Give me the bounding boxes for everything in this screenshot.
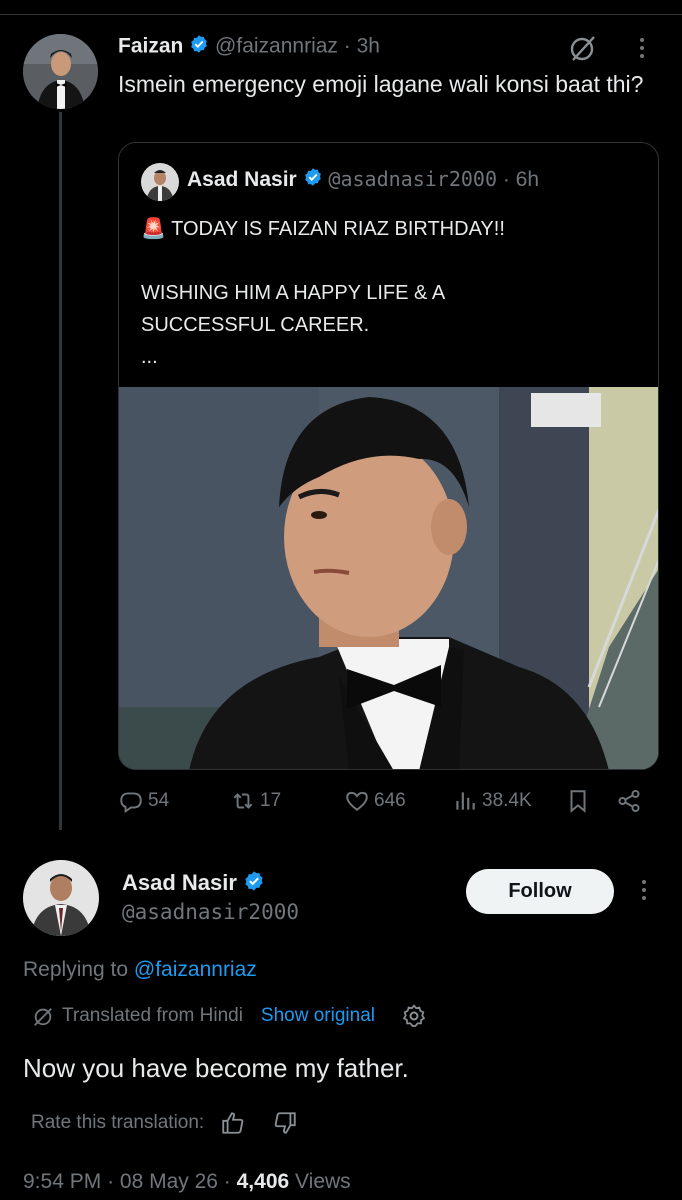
repost-icon — [233, 793, 253, 809]
tweet-meta: 9:54 PM · 08 May 26 · 4,406 Views — [23, 1170, 351, 1193]
thumbs-up-icon[interactable] — [220, 1110, 246, 1136]
verified-badge-icon — [189, 34, 209, 60]
share-icon — [618, 789, 640, 813]
quoted-tweet-card[interactable]: Asad Nasir @asadnasir2000 · 6h 🚨 TODAY I… — [118, 142, 659, 770]
quoted-line-1: 🚨 TODAY IS FAIZAN RIAZ BIRTHDAY!! — [141, 215, 641, 243]
quoted-tweet-time: · 6h — [502, 168, 540, 191]
verified-badge-icon — [243, 870, 265, 898]
tweet-time[interactable]: 9:54 PM — [23, 1170, 101, 1193]
views-button[interactable]: 38.4K — [452, 788, 532, 814]
tweet-date[interactable]: 08 May 26 — [120, 1170, 218, 1193]
repost-button[interactable]: 17 — [230, 788, 281, 814]
parent-author-name[interactable]: Faizan — [118, 35, 183, 58]
reply-count: 54 — [148, 790, 170, 811]
tweet-views-count: 4,406 — [236, 1170, 290, 1193]
translation-bar: Translated from Hindi Show original — [32, 1003, 427, 1029]
translated-from-label: Translated from Hindi — [62, 1005, 243, 1026]
replying-prefix: Replying to — [23, 958, 129, 981]
police-light-emoji: 🚨 — [141, 218, 166, 240]
tweet-action-bar: 54 17 646 38.4K — [118, 788, 659, 820]
asad-avatar[interactable] — [23, 860, 99, 936]
verified-badge-icon — [303, 167, 323, 193]
quoted-line-2: WISHING HIM A HAPPY LIFE & A — [141, 282, 446, 304]
views-icon — [456, 792, 475, 810]
like-button[interactable]: 646 — [344, 788, 406, 814]
reply-author-name[interactable]: Asad Nasir — [122, 870, 237, 895]
replying-handle-link[interactable]: @faizannriaz — [134, 958, 257, 981]
tweet-views-label: Views — [295, 1170, 351, 1193]
top-divider — [0, 14, 682, 15]
reply-tweet-text: Now you have become my father. — [23, 1053, 409, 1083]
reply-more-icon[interactable] — [642, 880, 646, 900]
rate-translation-label: Rate this translation: — [31, 1112, 205, 1133]
parent-tweet-header: Faizan @faizannriaz · 3h — [118, 34, 380, 60]
quoted-line-1-text: TODAY IS FAIZAN RIAZ BIRTHDAY!! — [171, 218, 505, 240]
reply-button[interactable]: 54 — [118, 788, 169, 814]
quoted-author-handle: @asadnasir2000 — [328, 167, 497, 191]
parent-more-icon[interactable] — [640, 38, 644, 58]
reply-author-row: Asad Nasir — [122, 870, 265, 898]
like-icon — [346, 791, 368, 811]
bookmark-icon — [570, 790, 586, 813]
parent-tweet-time[interactable]: · 3h — [344, 35, 380, 58]
quoted-line-3: SUCCESSFUL CAREER. — [141, 314, 370, 336]
quoted-author-avatar — [141, 163, 179, 201]
show-original-link[interactable]: Show original — [261, 1005, 375, 1027]
grok-icon[interactable] — [567, 32, 599, 64]
reply-icon — [120, 792, 142, 814]
share-button[interactable] — [616, 788, 642, 814]
bookmark-button[interactable] — [565, 788, 591, 814]
reply-author-handle[interactable]: @asadnasir2000 — [122, 900, 299, 924]
quoted-ellipsis: ... — [141, 346, 158, 368]
faizan-avatar[interactable] — [23, 34, 98, 109]
thumbs-down-icon[interactable] — [272, 1110, 298, 1136]
replying-to: Replying to @faizannriaz — [23, 958, 257, 982]
quoted-tweet-header: Asad Nasir @asadnasir2000 · 6h — [187, 167, 539, 193]
repost-count: 17 — [260, 790, 282, 811]
follow-button[interactable]: Follow — [466, 869, 614, 914]
views-count: 38.4K — [482, 790, 532, 811]
parent-tweet-text: Ismein emergency emoji lagane wali konsi… — [118, 71, 644, 97]
quoted-author-name: Asad Nasir — [187, 168, 297, 191]
like-count: 646 — [374, 790, 406, 811]
parent-author-handle[interactable]: @faizannriaz — [215, 35, 338, 58]
quoted-tweet-photo[interactable] — [119, 387, 658, 769]
thread-line — [59, 112, 62, 830]
rate-translation-row: Rate this translation: — [31, 1110, 298, 1136]
translate-icon — [34, 1008, 52, 1026]
gear-icon[interactable] — [401, 1003, 427, 1029]
